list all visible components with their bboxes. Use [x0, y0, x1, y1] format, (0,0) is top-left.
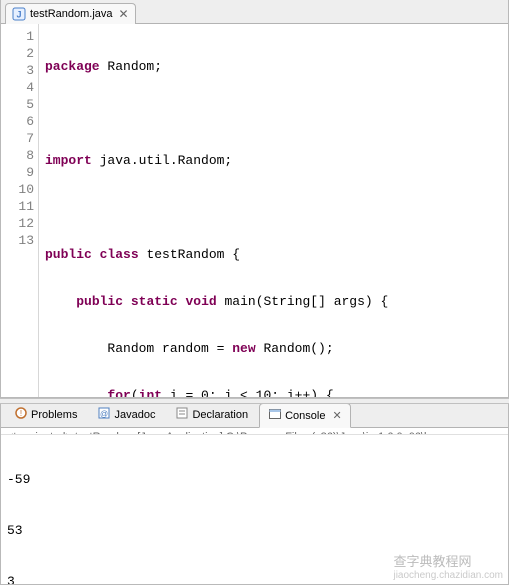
close-icon[interactable]: ✕	[332, 409, 341, 422]
editor-tab-bar: J testRandom.java ✕	[1, 0, 508, 24]
close-icon[interactable]: ✕	[119, 7, 129, 21]
code-line: package Random;	[45, 58, 508, 75]
console-process-label: <terminated> testRandom [Java Applicatio…	[1, 428, 508, 435]
code-line: public class testRandom {	[45, 246, 508, 263]
console-icon	[268, 407, 282, 424]
line-number: 10	[1, 181, 34, 198]
tab-label: Declaration	[192, 409, 248, 421]
editor-panel: J testRandom.java ✕ 1 2 3 4 5 6 7 8 9 10…	[0, 0, 509, 398]
line-number: 13	[1, 232, 34, 249]
tab-problems[interactable]: ! Problems	[5, 404, 86, 427]
problems-icon: !	[14, 406, 28, 423]
code-line: public static void main(String[] args) {	[45, 293, 508, 310]
line-number: 3	[1, 62, 34, 79]
bottom-panel: ! Problems @ Javadoc Declaration Console…	[0, 404, 509, 585]
tab-console[interactable]: Console ✕	[259, 404, 351, 428]
tab-label: Console	[285, 410, 325, 422]
line-number: 8	[1, 147, 34, 164]
code-line	[45, 105, 508, 122]
line-number: 1	[1, 28, 34, 45]
console-output[interactable]: -59 53 3 -44 -97 96 47 2 -6 36	[1, 435, 508, 585]
line-number: 2	[1, 45, 34, 62]
svg-text:J: J	[16, 10, 21, 20]
view-tab-bar: ! Problems @ Javadoc Declaration Console…	[1, 404, 508, 428]
line-number: 9	[1, 164, 34, 181]
line-number: 5	[1, 96, 34, 113]
code-line: Random random = new Random();	[45, 340, 508, 357]
java-file-icon: J	[12, 7, 26, 21]
code-area[interactable]: 1 2 3 4 5 6 7 8 9 10 11 12 13 package Ra…	[1, 24, 508, 397]
tab-javadoc[interactable]: @ Javadoc	[88, 404, 164, 427]
svg-text:!: !	[20, 409, 22, 418]
line-number: 12	[1, 215, 34, 232]
editor-tab-testrandom[interactable]: J testRandom.java ✕	[5, 3, 136, 24]
code-line: import java.util.Random;	[45, 152, 508, 169]
line-number: 6	[1, 113, 34, 130]
line-gutter: 1 2 3 4 5 6 7 8 9 10 11 12 13	[1, 24, 39, 397]
svg-text:@: @	[100, 410, 108, 419]
tab-label: Javadoc	[114, 409, 155, 421]
tab-label: Problems	[31, 409, 77, 421]
line-number: 4	[1, 79, 34, 96]
declaration-icon	[175, 406, 189, 423]
console-line: -59	[7, 471, 502, 488]
editor-tab-label: testRandom.java	[30, 8, 113, 20]
line-number: 11	[1, 198, 34, 215]
code-line: for(int i = 0; i < 10; i++) {	[45, 387, 508, 397]
code-line	[45, 199, 508, 216]
code-content[interactable]: package Random; import java.util.Random;…	[39, 24, 508, 397]
javadoc-icon: @	[97, 406, 111, 423]
console-line: 53	[7, 522, 502, 539]
line-number: 7	[1, 130, 34, 147]
console-line: 3	[7, 573, 502, 585]
tab-declaration[interactable]: Declaration	[166, 404, 257, 427]
